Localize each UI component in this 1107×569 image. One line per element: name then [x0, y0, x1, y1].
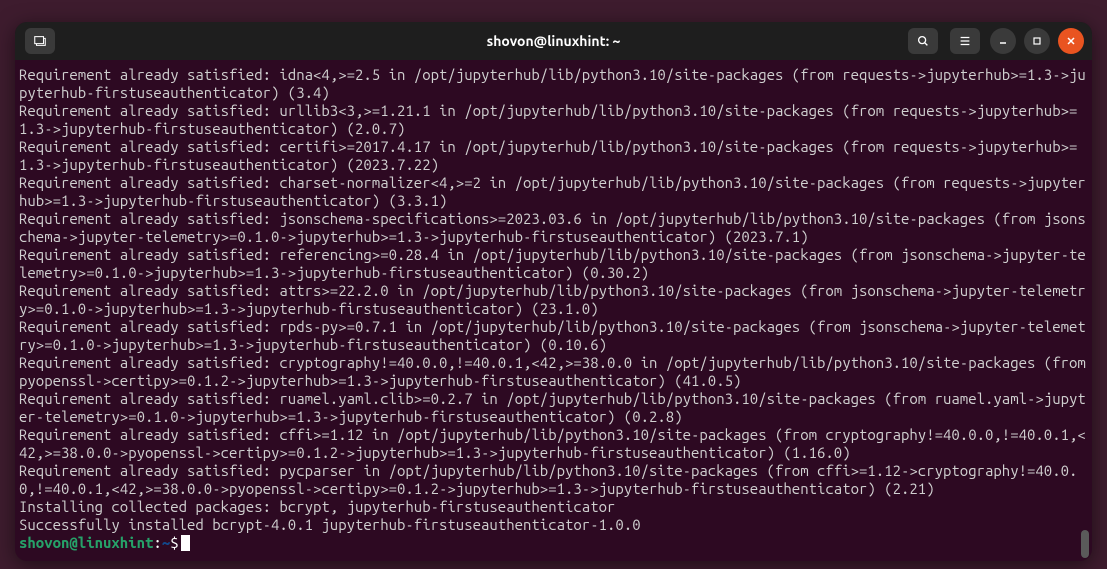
terminal-line: Requirement already satisfied: ruamel.ya…	[19, 390, 1088, 426]
terminal-line: Requirement already satisfied: attrs>=22…	[19, 282, 1088, 318]
terminal-line: Requirement already satisfied: idna<4,>=…	[19, 66, 1088, 102]
scrollbar-thumb[interactable]	[1081, 530, 1089, 558]
window-title: shovon@linuxhint: ~	[487, 33, 621, 49]
maximize-button[interactable]	[1024, 28, 1050, 54]
terminal-line: Requirement already satisfied: pycparser…	[19, 462, 1088, 498]
terminal-line: Requirement already satisfied: referenci…	[19, 246, 1088, 282]
terminal-window: shovon@linuxhint: ~	[15, 22, 1092, 561]
menu-button[interactable]	[950, 28, 980, 54]
terminal-line: Installing collected packages: bcrypt, j…	[19, 498, 1088, 516]
minimize-icon	[998, 36, 1008, 46]
minimize-button[interactable]	[990, 28, 1016, 54]
new-tab-button[interactable]	[25, 28, 55, 54]
terminal-line: Requirement already satisfied: cffi>=1.1…	[19, 426, 1088, 462]
maximize-icon	[1032, 36, 1042, 46]
terminal-output: Requirement already satisfied: idna<4,>=…	[19, 66, 1088, 534]
new-tab-icon	[33, 34, 47, 48]
terminal-line: Requirement already satisfied: jsonschem…	[19, 210, 1088, 246]
prompt-user-host: shovon@linuxhint	[19, 534, 153, 551]
titlebar-controls	[906, 28, 1084, 54]
titlebar: shovon@linuxhint: ~	[15, 22, 1092, 60]
terminal-line: Requirement already satisfied: cryptogra…	[19, 354, 1088, 390]
terminal-line: Requirement already satisfied: certifi>=…	[19, 138, 1088, 174]
terminal-body[interactable]: Requirement already satisfied: idna<4,>=…	[15, 60, 1092, 561]
hamburger-icon	[958, 34, 972, 48]
terminal-line: Requirement already satisfied: charset-n…	[19, 174, 1088, 210]
search-icon	[916, 34, 930, 48]
terminal-line: Requirement already satisfied: urllib3<3…	[19, 102, 1088, 138]
close-icon	[1066, 36, 1076, 46]
prompt-colon: :	[153, 534, 161, 551]
terminal-line: Successfully installed bcrypt-4.0.1 jupy…	[19, 516, 1088, 534]
search-button[interactable]	[908, 28, 938, 54]
terminal-line: Requirement already satisfied: rpds-py>=…	[19, 318, 1088, 354]
prompt-path: ~	[162, 534, 170, 551]
cursor	[181, 535, 190, 551]
prompt-line: shovon@linuxhint:~$	[19, 534, 1088, 552]
close-button[interactable]	[1058, 28, 1084, 54]
prompt-dollar: $	[170, 534, 178, 551]
